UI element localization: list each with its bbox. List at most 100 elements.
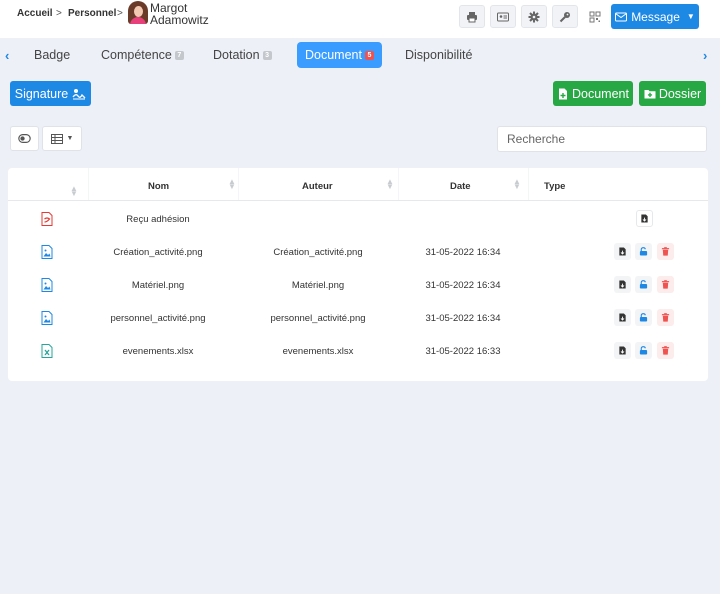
header-type[interactable]: Type — [544, 181, 565, 192]
cell-nom: Création_activité.png — [113, 247, 203, 258]
download-button[interactable] — [614, 243, 631, 260]
columns-dropdown-button[interactable]: ▼ — [42, 126, 82, 151]
id-card-icon — [497, 12, 509, 21]
count-badge: 5 — [364, 50, 374, 60]
tab-label: Dotation — [213, 48, 260, 62]
table-row[interactable]: Création_activité.png Création_activité.… — [8, 236, 708, 269]
message-button[interactable]: Message ▼ — [611, 4, 699, 29]
tab-label: Compétence — [101, 48, 172, 62]
message-label: Message — [631, 9, 680, 24]
signature-icon — [72, 88, 86, 99]
excel-file-icon — [41, 344, 53, 358]
sort-icon[interactable]: ▲ ▼ — [386, 178, 394, 191]
breadcrumb-separator: > — [56, 8, 62, 19]
cell-date: 31-05-2022 16:33 — [425, 346, 501, 357]
delete-button[interactable] — [657, 309, 674, 326]
breadcrumb-personnel[interactable]: Personnel — [68, 8, 116, 19]
person-name: Margot Adamowitz — [150, 2, 230, 26]
qr-code-button[interactable] — [582, 5, 608, 28]
table-row[interactable]: personnel_activité.png personnel_activit… — [8, 302, 708, 335]
file-plus-icon — [559, 88, 567, 99]
tab-document[interactable]: Document 5 — [297, 42, 382, 68]
unlock-icon — [639, 280, 648, 289]
file-download-icon — [619, 313, 626, 322]
tab-bar: ‹ Badge Compétence 7 Dotation 3 Document 5 … — [0, 38, 720, 72]
sort-icon[interactable]: ▲ ▼ — [228, 178, 236, 191]
unlock-button[interactable] — [635, 243, 652, 260]
download-button[interactable] — [614, 342, 631, 359]
trash-icon — [661, 247, 670, 256]
table-row[interactable]: Matériel.png Matériel.png 31-05-2022 16:… — [8, 269, 708, 302]
header-auteur[interactable]: Auteur — [302, 181, 333, 192]
trash-icon — [661, 313, 670, 322]
trash-icon — [661, 280, 670, 289]
count-badge: 3 — [262, 50, 272, 60]
tab-competence[interactable]: Compétence 7 — [101, 42, 184, 68]
file-download-icon — [619, 346, 626, 355]
top-bar: Accueil > Personnel > Margot Adamowitz M… — [0, 0, 720, 38]
tab-label: Document — [305, 48, 362, 62]
table-row[interactable]: Reçu adhésion — [8, 203, 708, 236]
settings-button[interactable] — [521, 5, 547, 28]
key-icon — [559, 11, 570, 22]
add-folder-button[interactable]: Dossier — [639, 81, 706, 106]
delete-button[interactable] — [657, 342, 674, 359]
cell-date: 31-05-2022 16:34 — [425, 313, 501, 324]
download-button[interactable] — [614, 309, 631, 326]
cell-nom: personnel_activité.png — [110, 313, 206, 324]
search-input[interactable] — [497, 126, 707, 152]
unlock-button[interactable] — [635, 309, 652, 326]
table-row[interactable]: evenements.xlsx evenements.xlsx 31-05-20… — [8, 335, 708, 368]
cell-nom: Reçu adhésion — [126, 214, 190, 225]
tab-label: Badge — [34, 48, 71, 62]
sort-icon[interactable]: ▲ ▼ — [70, 185, 78, 198]
chevron-right-icon[interactable]: › — [703, 48, 707, 63]
unlock-button[interactable] — [635, 276, 652, 293]
delete-button[interactable] — [657, 276, 674, 293]
toggle-button[interactable] — [10, 126, 39, 151]
chevron-left-icon[interactable]: ‹ — [5, 48, 9, 63]
image-file-icon — [41, 245, 53, 259]
unlock-icon — [639, 313, 648, 322]
tab-label: Disponibilité — [405, 48, 473, 62]
table-icon — [50, 133, 63, 144]
documents-table: ▲ ▼ Nom ▲ ▼ Auteur ▲ ▼ Date ▲ ▼ Type Reçu ad… — [8, 168, 708, 381]
breadcrumb-home[interactable]: Accueil — [17, 8, 53, 19]
key-button[interactable] — [552, 5, 578, 28]
cell-nom: evenements.xlsx — [122, 346, 194, 357]
download-button[interactable] — [614, 276, 631, 293]
toggle-icon — [18, 134, 31, 143]
sort-icon[interactable]: ▲ ▼ — [513, 178, 521, 191]
tab-dotation[interactable]: Dotation 3 — [213, 42, 272, 68]
header-nom[interactable]: Nom — [148, 181, 169, 192]
add-document-button[interactable]: Document — [553, 81, 633, 106]
folder-plus-icon — [644, 89, 656, 98]
tab-badge[interactable]: Badge — [34, 42, 70, 68]
delete-button[interactable] — [657, 243, 674, 260]
id-card-button[interactable] — [490, 5, 516, 28]
cell-auteur: Création_activité.png — [273, 247, 363, 258]
pdf-file-icon — [41, 212, 53, 226]
print-button[interactable] — [459, 5, 485, 28]
download-button[interactable] — [636, 210, 653, 227]
cell-date: 31-05-2022 16:34 — [425, 280, 501, 291]
dossier-label: Dossier — [658, 86, 702, 101]
file-download-icon — [619, 247, 626, 256]
unlock-button[interactable] — [635, 342, 652, 359]
caret-down-icon: ▼ — [686, 12, 695, 21]
file-download-icon — [641, 214, 648, 223]
printer-icon — [467, 11, 477, 22]
signature-label: Signature — [14, 86, 69, 101]
avatar — [128, 1, 148, 24]
cell-auteur: personnel_activité.png — [270, 313, 366, 324]
header-date[interactable]: Date — [450, 181, 471, 192]
caret-down-icon: ▼ — [66, 135, 74, 142]
cell-auteur: evenements.xlsx — [282, 346, 354, 357]
tab-disponibilite[interactable]: Disponibilité — [405, 42, 472, 68]
signature-button[interactable]: Signature — [10, 81, 91, 106]
trash-icon — [661, 346, 670, 355]
cell-nom: Matériel.png — [131, 280, 185, 291]
unlock-icon — [639, 346, 648, 355]
envelope-icon — [615, 12, 628, 21]
breadcrumb-separator: > — [117, 8, 123, 19]
